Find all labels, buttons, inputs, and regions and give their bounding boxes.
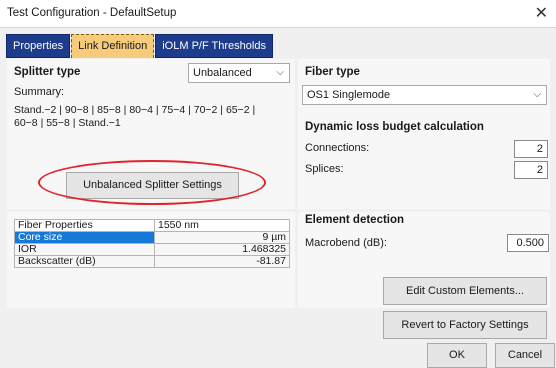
row-value: 9 µm — [154, 231, 290, 244]
header-wavelength: 1550 nm — [154, 219, 290, 232]
row-name: Core size — [14, 231, 155, 244]
table-row[interactable]: Core size 9 µm — [14, 231, 290, 244]
fiber-type-heading: Fiber type — [305, 66, 360, 78]
summary-label: Summary: — [14, 86, 65, 98]
highlight-annotation — [38, 160, 266, 205]
fiber-properties-table: Fiber Properties 1550 nm Core size 9 µm … — [14, 219, 290, 268]
row-value: 1.468325 — [154, 243, 290, 256]
fiber-type-panel — [298, 59, 550, 209]
chevron-down-icon: ⌵ — [276, 67, 284, 78]
header-fiber-properties: Fiber Properties — [14, 219, 155, 232]
row-value: -81.87 — [154, 255, 290, 268]
macrobend-field[interactable]: 0.500 — [507, 234, 549, 252]
connections-field[interactable]: 2 — [514, 140, 548, 158]
revert-factory-settings-button[interactable]: Revert to Factory Settings — [383, 311, 547, 339]
row-name: IOR — [14, 243, 155, 256]
close-icon[interactable]: ✕ — [535, 3, 548, 23]
table-row[interactable]: Backscatter (dB) -81.87 — [14, 255, 290, 268]
edit-custom-elements-button[interactable]: Edit Custom Elements... — [383, 277, 547, 305]
summary-text-line1: Stand.−2 | 90−8 | 85−8 | 80−4 | 75−4 | 7… — [14, 104, 256, 116]
tab-link-definition[interactable]: Link Definition — [71, 34, 155, 58]
splitter-type-heading: Splitter type — [14, 66, 81, 78]
macrobend-label: Macrobend (dB): — [305, 237, 387, 249]
tab-properties[interactable]: Properties — [6, 34, 71, 58]
loss-budget-heading: Dynamic loss budget calculation — [305, 121, 484, 133]
splitter-type-select[interactable]: Unbalanced ⌵ — [188, 63, 290, 83]
tab-strip: Properties Link Definition iOLM P/F Thre… — [6, 34, 274, 58]
row-name: Backscatter (dB) — [14, 255, 155, 268]
cancel-button[interactable]: Cancel — [495, 343, 555, 368]
splices-field[interactable]: 2 — [514, 161, 548, 179]
chevron-down-icon: ⌵ — [533, 89, 541, 100]
fiber-type-value: OS1 Singlemode — [307, 89, 391, 101]
element-detection-heading: Element detection — [305, 214, 405, 226]
window-title: Test Configuration - DefaultSetup — [7, 7, 177, 19]
table-header-row: Fiber Properties 1550 nm — [14, 219, 290, 232]
splitter-type-value: Unbalanced — [193, 67, 252, 79]
splices-label: Splices: — [305, 163, 344, 175]
summary-text-line2: 60−8 | 55−8 | Stand.−1 — [14, 117, 121, 129]
title-bar: Test Configuration - DefaultSetup ✕ — [0, 0, 556, 28]
tab-iolm-thresholds[interactable]: iOLM P/F Thresholds — [155, 34, 273, 58]
fiber-type-select[interactable]: OS1 Singlemode ⌵ — [302, 85, 547, 105]
table-row[interactable]: IOR 1.468325 — [14, 243, 290, 256]
ok-button[interactable]: OK — [427, 343, 487, 368]
connections-label: Connections: — [305, 142, 370, 154]
